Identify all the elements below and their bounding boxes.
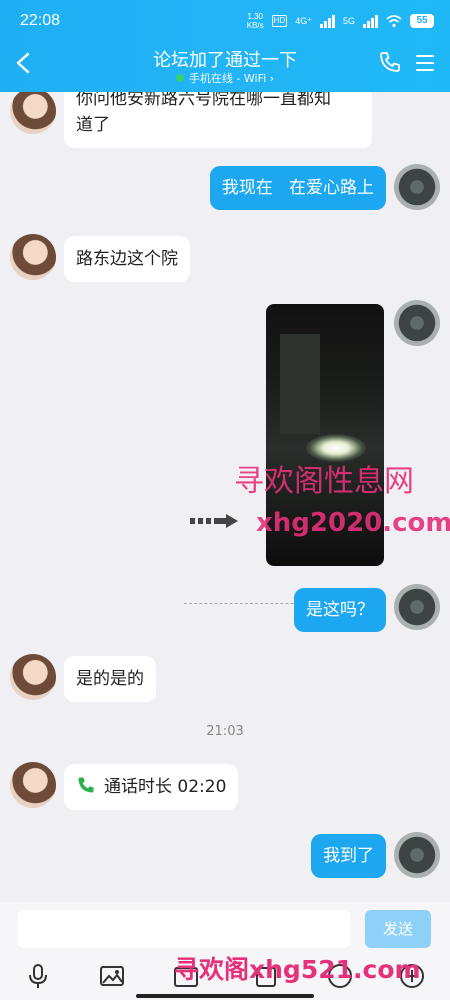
send-button[interactable]: 发送 xyxy=(365,910,431,948)
signal-icon-2 xyxy=(363,14,378,28)
my-avatar[interactable] xyxy=(394,300,440,346)
battery-indicator: 55 xyxy=(410,14,434,28)
message-bubble-outgoing[interactable]: 我现在 在爱心路上 xyxy=(209,166,386,210)
image-icon[interactable] xyxy=(98,962,126,990)
mic-icon[interactable] xyxy=(24,962,52,990)
network-5g-label: 5G xyxy=(342,16,355,26)
online-dot-icon xyxy=(175,74,184,82)
watermark-text: 寻欢阁性息网 xyxy=(234,464,414,499)
contact-avatar[interactable] xyxy=(10,654,56,700)
message-list[interactable]: 你问他安新路六号院在哪一直都知 道了 我现在 在爱心路上 路东边这个院 寻欢阁性… xyxy=(0,92,450,902)
watermark-footer: 寻欢阁xhg521.com xyxy=(174,955,421,984)
message-bubble-incoming[interactable]: 路东边这个院 xyxy=(64,236,190,282)
watermark-url: xhg2020.com xyxy=(256,508,450,538)
hd-badge: HD xyxy=(271,15,288,27)
status-time: 22:08 xyxy=(20,12,61,29)
network-4g-label: 4G⁺ xyxy=(295,15,312,26)
signal-icon xyxy=(319,14,335,28)
my-avatar[interactable] xyxy=(394,164,440,210)
my-avatar[interactable] xyxy=(394,832,440,878)
arrow-watermark-icon xyxy=(190,514,238,528)
chat-header: 22:08 1.30 KB/s HD 4G⁺ 5G 55 论坛加了通过一下 手机… xyxy=(0,0,450,92)
my-avatar[interactable] xyxy=(394,584,440,630)
call-duration-text: 通话时长 02:20 xyxy=(104,777,227,797)
online-status-text: 手机在线 - WiFi › xyxy=(188,72,275,85)
call-icon xyxy=(78,777,94,793)
call-record-bubble[interactable]: 通话时长 02:20 xyxy=(64,764,239,810)
message-bubble-outgoing[interactable]: 我到了 xyxy=(311,834,386,878)
home-indicator[interactable] xyxy=(136,994,314,998)
message-timestamp: 21:03 xyxy=(206,724,244,739)
contact-avatar[interactable] xyxy=(10,92,56,134)
message-bubble-outgoing[interactable]: 是这吗？ xyxy=(294,588,386,632)
net-speed: 1.30 KB/s xyxy=(246,12,264,30)
menu-icon[interactable] xyxy=(416,55,434,71)
phone-icon[interactable] xyxy=(378,50,402,74)
message-bubble-incoming[interactable]: 你问他安新路六号院在哪一直都知 道了 xyxy=(64,92,372,148)
status-icons: 1.30 KB/s HD 4G⁺ 5G 55 xyxy=(247,12,434,30)
status-bar: 22:08 1.30 KB/s HD 4G⁺ 5G 55 xyxy=(0,0,450,40)
message-bubble-incoming[interactable]: 是的是的 xyxy=(64,656,156,702)
contact-avatar[interactable] xyxy=(10,762,56,808)
message-input[interactable] xyxy=(18,910,350,948)
wifi-icon xyxy=(386,15,402,28)
contact-avatar[interactable] xyxy=(10,234,56,280)
